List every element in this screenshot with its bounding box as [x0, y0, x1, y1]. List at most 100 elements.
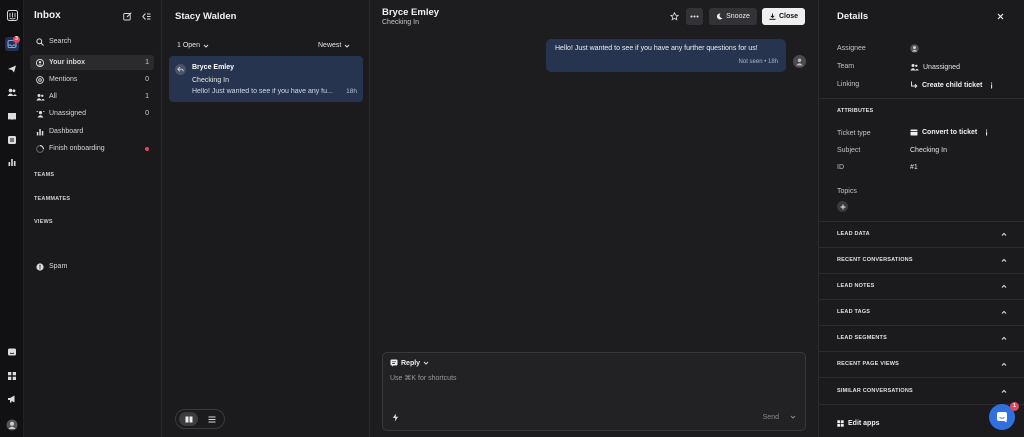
chevron-up-icon[interactable]	[1001, 362, 1007, 367]
chevron-up-icon[interactable]	[1001, 389, 1007, 394]
section-recent-conversations[interactable]: RECENT CONVERSATIONS	[837, 257, 913, 263]
reports-icon[interactable]	[5, 133, 19, 147]
close-icon[interactable]	[997, 13, 1004, 20]
section-lead-tags[interactable]: LEAD TAGS	[837, 309, 870, 315]
at-sign-icon	[35, 75, 45, 85]
snooze-label: Snooze	[726, 13, 750, 20]
section-teammates[interactable]: TEAMMATES	[34, 196, 70, 202]
info-icon[interactable]	[985, 129, 988, 136]
chevron-up-icon[interactable]	[1001, 258, 1007, 263]
chevron-up-icon[interactable]	[1001, 232, 1007, 237]
conversation-item[interactable]: Bryce Emley Checking In Hello! Just want…	[169, 56, 363, 102]
messenger-badge: 1	[1010, 402, 1019, 411]
open-filter[interactable]: 1 Open	[177, 42, 209, 49]
chevron-up-icon[interactable]	[1001, 310, 1007, 315]
add-topic-button[interactable]	[837, 201, 848, 212]
nav-dashboard[interactable]: Dashboard	[30, 124, 154, 139]
logo-icon[interactable]	[5, 8, 19, 22]
layout-toggle	[175, 409, 225, 429]
split-view-button[interactable]	[179, 412, 198, 426]
apps-icon[interactable]	[5, 369, 19, 383]
chevron-down-icon	[203, 43, 209, 49]
divider	[819, 273, 1024, 274]
ticket-icon	[910, 129, 918, 136]
nav-item-label: Dashboard	[49, 128, 84, 135]
nav-search[interactable]: Search	[30, 34, 154, 49]
section-views[interactable]: VIEWS	[34, 219, 53, 225]
conversation-subject: Checking In	[192, 77, 229, 84]
list-view-button[interactable]	[202, 412, 221, 426]
messenger-icon[interactable]	[5, 345, 19, 359]
nav-item-label: Unassigned	[49, 110, 86, 117]
nav-your-inbox[interactable]: Your inbox 1	[30, 55, 154, 70]
profile-icon[interactable]	[5, 418, 19, 432]
nav-mentions[interactable]: Mentions 0	[30, 72, 154, 87]
reply-mode-label: Reply	[401, 359, 421, 367]
reply-composer[interactable]: Reply Use ⌘K for shortcuts Send	[382, 352, 806, 431]
assignee-label: Assignee	[837, 45, 866, 52]
notification-dot	[145, 146, 149, 151]
announce-icon[interactable]	[5, 392, 19, 406]
progress-icon	[35, 144, 45, 154]
chevron-up-icon[interactable]	[1001, 336, 1007, 341]
contacts-icon[interactable]	[5, 85, 19, 99]
compose-icon[interactable]	[123, 12, 132, 21]
unassigned-icon	[35, 109, 45, 119]
section-similar-conversations[interactable]: SIMILAR CONVERSATIONS	[837, 388, 913, 394]
reply-mode-dropdown[interactable]: Reply	[390, 359, 429, 367]
conversation-time: 18h	[346, 88, 357, 95]
conversation-subtitle: Checking In	[382, 19, 419, 26]
knowledge-icon[interactable]	[5, 109, 19, 123]
nav-item-label: All	[49, 93, 57, 100]
assignee-value[interactable]	[910, 44, 919, 53]
reply-placeholder[interactable]: Use ⌘K for shortcuts	[390, 374, 457, 382]
linking-label: Linking	[837, 81, 860, 88]
close-button[interactable]: Close	[762, 8, 805, 25]
ticket-type-value: Convert to ticket	[922, 129, 978, 136]
nav-all[interactable]: All 1	[30, 89, 154, 104]
message-meta: Not seen • 18h	[738, 59, 778, 65]
sort-dropdown[interactable]: Newest	[318, 42, 350, 49]
inbox-badge: 3	[13, 36, 20, 43]
app-rail: 3	[0, 0, 24, 437]
chevron-down-icon[interactable]	[790, 414, 796, 420]
section-lead-notes[interactable]: LEAD NOTES	[837, 283, 874, 289]
chat-icon	[996, 411, 1008, 423]
nav-unassigned[interactable]: Unassigned 0	[30, 106, 154, 121]
section-lead-data[interactable]: LEAD DATA	[837, 231, 870, 237]
info-icon[interactable]	[990, 82, 993, 89]
nav-finish-onboarding[interactable]: Finish onboarding	[30, 141, 154, 156]
section-teams[interactable]: TEAMS	[34, 172, 54, 178]
edit-apps-label: Edit apps	[848, 420, 880, 427]
lightning-icon[interactable]	[392, 413, 399, 422]
divider	[819, 98, 1024, 99]
ellipsis-icon	[690, 15, 699, 18]
list-title: Stacy Walden	[175, 11, 237, 22]
edit-apps-button[interactable]: Edit apps	[837, 420, 880, 427]
snooze-button[interactable]: Snooze	[709, 8, 757, 25]
nav-spam[interactable]: Spam	[30, 259, 154, 274]
close-conversation-icon	[769, 13, 776, 20]
convert-to-ticket[interactable]: Convert to ticket	[910, 129, 988, 136]
conversation-list: Stacy Walden 1 Open Newest Bryce Emley C…	[162, 0, 370, 437]
details-title: Details	[837, 11, 869, 22]
id-value: #1	[910, 164, 918, 171]
section-recent-page-views[interactable]: RECENT PAGE VIEWS	[837, 361, 899, 367]
conversation-panel: Bryce Emley Checking In Snooze Close Hel…	[370, 0, 819, 437]
star-icon[interactable]	[670, 12, 679, 21]
team-value[interactable]: Unassigned	[910, 63, 960, 71]
conversation-title: Bryce Emley	[382, 7, 440, 18]
section-lead-segments[interactable]: LEAD SEGMENTS	[837, 335, 887, 341]
close-label: Close	[778, 13, 799, 20]
subject-value[interactable]: Checking In	[910, 147, 947, 154]
collapse-nav-icon[interactable]	[142, 12, 151, 21]
send-button[interactable]: Send	[763, 414, 779, 421]
nav-item-label: Your inbox	[49, 59, 86, 66]
divider	[819, 299, 1024, 300]
create-child-ticket[interactable]: Create child ticket	[910, 81, 993, 89]
more-options-button[interactable]	[686, 8, 703, 25]
nav-item-count: 1	[145, 93, 149, 100]
chevron-up-icon[interactable]	[1001, 284, 1007, 289]
analytics-icon[interactable]	[5, 155, 19, 169]
outbound-icon[interactable]	[5, 62, 19, 76]
